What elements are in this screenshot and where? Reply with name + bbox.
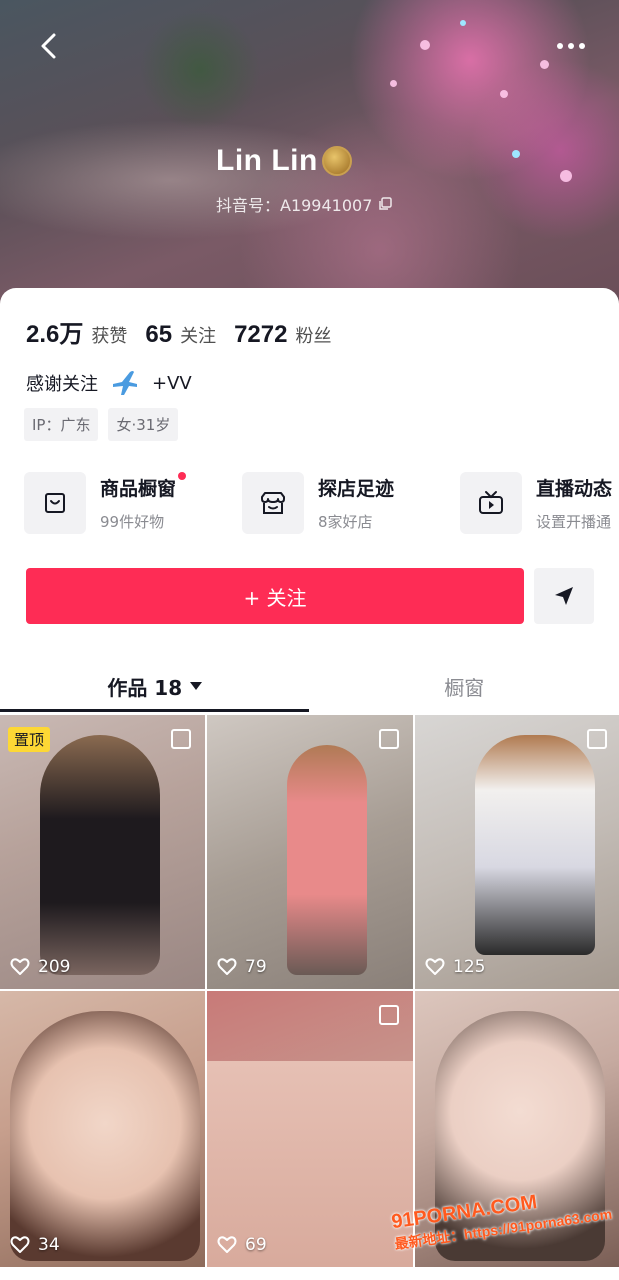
feature-title-text: 商品橱窗 [100, 478, 177, 500]
like-count: 209 [10, 957, 70, 977]
follow-button[interactable]: + 关注 [26, 568, 524, 624]
feature-product-showcase[interactable]: 商品橱窗 99件好物 [24, 472, 220, 534]
like-count-value: 209 [38, 957, 71, 977]
like-count: 79 [217, 957, 267, 977]
level-badge-icon [321, 146, 352, 176]
sparkle-decoration [512, 150, 520, 158]
multi-image-icon [379, 729, 399, 749]
sparkle-decoration [460, 20, 466, 26]
feature-title: 直播动态 [536, 478, 613, 500]
feature-text: 直播动态 设置开播通 [536, 474, 612, 532]
heart-icon [217, 1236, 237, 1253]
feature-icon-box [24, 472, 86, 534]
profile-nickname: Lin Lin [216, 144, 318, 177]
sparkle-decoration [390, 80, 397, 87]
more-dots-icon [557, 43, 585, 49]
tv-icon [479, 491, 503, 514]
bio-extra: +VV [152, 372, 192, 394]
video-tile[interactable]: 125 [415, 715, 619, 989]
stat-followers[interactable]: 7272 粉丝 [234, 321, 331, 349]
feature-text: 商品橱窗 99件好物 [100, 472, 187, 532]
video-tile[interactable]: 34 [0, 991, 205, 1267]
stat-following[interactable]: 65 关注 [145, 321, 216, 349]
feature-subtitle: 99件好物 [100, 513, 165, 531]
video-tile[interactable]: 79 [207, 715, 413, 989]
heart-icon [10, 958, 30, 975]
chevron-left-icon [41, 33, 56, 59]
sparkle-decoration [420, 40, 430, 50]
notification-dot [178, 472, 187, 480]
profile-cover: Lin Lin 抖音号：A19941007 [0, 0, 619, 310]
like-count-value: 125 [453, 957, 486, 977]
profile-stats: 2.6万 获赞 65 关注 7272 粉丝 [26, 314, 331, 349]
douyin-id-row[interactable]: 抖音号：A19941007 [216, 192, 393, 216]
stat-value: 7272 [234, 321, 288, 348]
airplane-icon [113, 371, 137, 395]
share-button[interactable] [534, 568, 594, 624]
video-thumbnail [10, 1011, 200, 1261]
multi-image-icon [171, 729, 191, 749]
video-tile[interactable]: 置顶 209 [0, 715, 205, 989]
sparkle-decoration [540, 60, 549, 69]
tag-gender-age: 女·31岁 [108, 408, 179, 441]
heart-icon [10, 1236, 30, 1253]
feature-store-visits[interactable]: 探店足迹 8家好店 [242, 472, 438, 534]
like-count-value: 69 [245, 1235, 267, 1255]
bag-icon [45, 493, 65, 513]
video-thumbnail [475, 735, 595, 955]
feature-text: 探店足迹 8家好店 [318, 474, 394, 532]
stat-likes[interactable]: 2.6万 获赞 [26, 314, 127, 349]
video-thumbnail [40, 735, 160, 975]
stat-label: 获赞 [91, 326, 128, 347]
profile-nickname-row: Lin Lin [216, 144, 352, 178]
profile-tabs: 作品 18 橱窗 [0, 660, 619, 712]
more-button[interactable] [551, 30, 591, 62]
copy-icon[interactable] [378, 197, 393, 211]
pinned-badge: 置顶 [8, 727, 51, 752]
like-count: 125 [425, 957, 485, 977]
video-thumbnail [287, 745, 367, 975]
tag-ip-location: IP：广东 [24, 408, 99, 441]
heart-icon [217, 958, 237, 975]
tab-works-label: 作品 18 [107, 675, 183, 700]
back-button[interactable] [30, 28, 66, 64]
feature-entries: 商品橱窗 99件好物 探店足迹 8家好店 直播动态 设置开播通 [24, 472, 619, 534]
feature-icon-box [242, 472, 304, 534]
cover-blurred-art [30, 148, 180, 218]
caret-down-icon [190, 682, 203, 690]
sparkle-decoration [560, 170, 572, 182]
feature-live-updates[interactable]: 直播动态 设置开播通 [460, 472, 619, 534]
bio-text: 感谢关注 [26, 374, 98, 395]
multi-image-icon [587, 729, 607, 749]
like-count: 34 [10, 1235, 60, 1255]
send-icon [555, 587, 573, 605]
tab-active-indicator [0, 709, 309, 712]
video-tile[interactable]: 69 [207, 991, 413, 1267]
tab-works[interactable]: 作品 18 [0, 660, 310, 712]
tab-showcase[interactable]: 橱窗 [310, 660, 619, 712]
tab-showcase-label: 橱窗 [444, 675, 485, 700]
sparkle-decoration [500, 90, 508, 98]
stat-label: 关注 [180, 326, 217, 347]
douyin-id: 抖音号：A19941007 [216, 196, 373, 215]
store-icon [261, 492, 285, 514]
like-count-value: 34 [38, 1235, 60, 1255]
stat-value: 65 [145, 321, 173, 348]
feature-subtitle: 设置开播通 [536, 513, 612, 531]
multi-image-icon [379, 1005, 399, 1025]
feature-icon-box [460, 472, 522, 534]
profile-tags: IP：广东 女·31岁 [24, 408, 179, 441]
stat-value: 2.6万 [26, 321, 84, 348]
like-count: 69 [217, 1235, 267, 1255]
stat-label: 粉丝 [295, 326, 332, 347]
profile-bio: 感谢关注 +VV [26, 368, 192, 398]
feature-subtitle: 8家好店 [318, 513, 373, 531]
heart-icon [425, 958, 445, 975]
feature-title: 商品橱窗 [100, 472, 187, 501]
like-count-value: 79 [245, 957, 267, 977]
feature-title: 探店足迹 [318, 478, 395, 500]
